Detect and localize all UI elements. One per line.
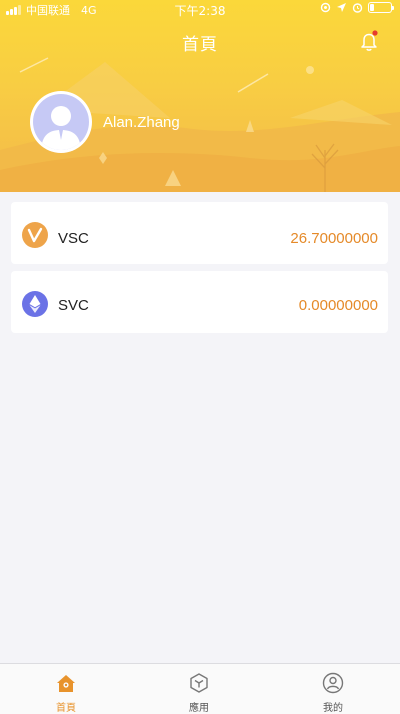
- battery-icon: [368, 2, 394, 13]
- ethereum-icon: [22, 291, 48, 317]
- tab-label: 首頁: [56, 703, 76, 714]
- page-title: 首頁: [182, 35, 218, 55]
- asset-name: SVC: [58, 297, 89, 314]
- tab-apps[interactable]: 應用: [149, 664, 249, 714]
- home-icon: [57, 675, 75, 692]
- asset-card-vsc[interactable]: VSC 26.70000000: [11, 202, 388, 264]
- asset-amount: 26.70000000: [290, 230, 378, 247]
- tab-label: 應用: [189, 703, 209, 714]
- username: Alan.Zhang: [103, 114, 180, 131]
- unread-dot: [372, 30, 378, 36]
- tab-profile[interactable]: 我的: [283, 664, 383, 714]
- profile-icon: [322, 672, 344, 694]
- avatar[interactable]: [30, 91, 92, 153]
- orientation-lock-icon: [320, 2, 331, 13]
- hero-banner: 中国联通 4G 下午2:38 首頁 Alan.Zhang: [0, 0, 400, 192]
- cube-icon: [190, 673, 208, 693]
- asset-name: VSC: [58, 230, 89, 247]
- asset-amount: 0.00000000: [298, 297, 378, 314]
- tab-home[interactable]: 首頁: [16, 664, 116, 714]
- location-icon: [337, 3, 346, 12]
- tab-bar: 首頁 應用 我的: [0, 663, 400, 714]
- user-avatar-icon: [41, 106, 81, 150]
- bell-icon[interactable]: [358, 30, 380, 52]
- tab-label: 我的: [323, 703, 343, 714]
- status-bar: 中国联通 4G 下午2:38: [0, 0, 400, 18]
- asset-card-svc[interactable]: SVC 0.00000000: [11, 271, 388, 333]
- vsc-coin-icon: [22, 222, 48, 248]
- alarm-icon: [352, 3, 363, 13]
